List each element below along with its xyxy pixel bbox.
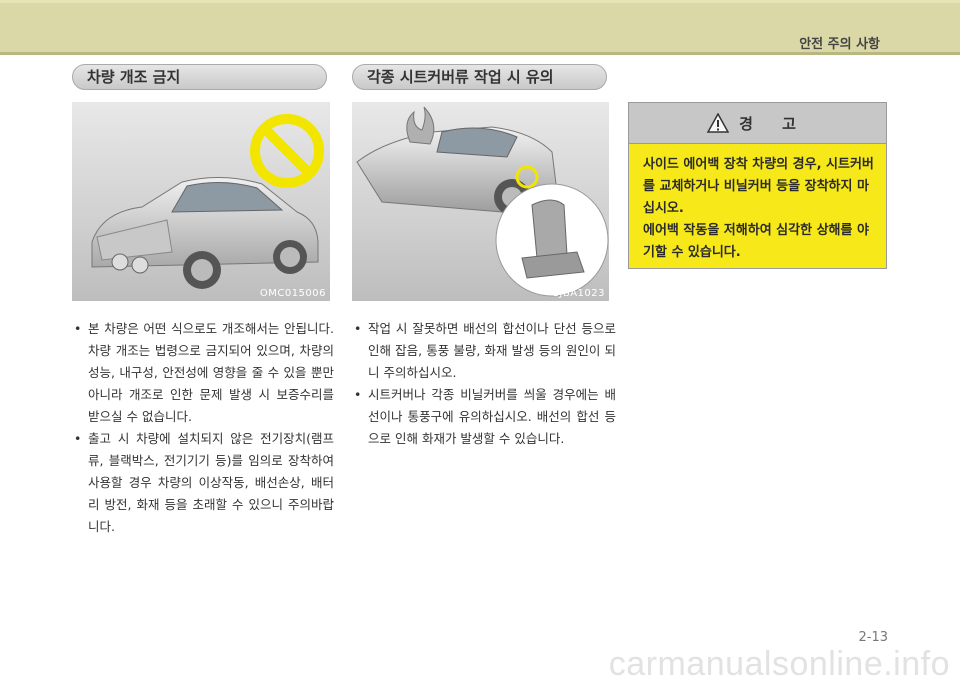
left-bullet-list: 본 차량은 어떤 식으로도 개조해서는 안됩니다. 차량 개조는 법령으로 금지… bbox=[72, 318, 334, 538]
header-rule bbox=[0, 52, 960, 55]
list-item: 출고 시 차량에 설치되지 않은 전기장치(램프류, 블랙박스, 전기기기 등)… bbox=[72, 428, 334, 538]
list-item: 작업 시 잘못하면 배선의 합선이나 단선 등으로 인해 잡음, 통풍 불량, … bbox=[352, 318, 616, 384]
seat-inset-icon bbox=[495, 183, 609, 297]
header-accent bbox=[0, 0, 960, 3]
seat-cover-photo: 1JBA1023 bbox=[352, 102, 609, 301]
car-modification-photo: OMC015006 bbox=[72, 102, 330, 301]
warning-line: 사이드 에어백 장착 차량의 경우, 시트커버를 교체하거나 비닐커버 등을 장… bbox=[643, 157, 874, 216]
warning-body: 사이드 에어백 장착 차량의 경우, 시트커버를 교체하거나 비닐커버 등을 장… bbox=[629, 144, 886, 264]
warning-title: 경 고 bbox=[739, 114, 808, 133]
heading-seat-cover-caution: 각종 시트커버류 작업 시 유의 bbox=[352, 64, 607, 90]
middle-bullet-list: 작업 시 잘못하면 배선의 합선이나 단선 등으로 인해 잡음, 통풍 불량, … bbox=[352, 318, 616, 450]
list-item: 본 차량은 어떤 식으로도 개조해서는 안됩니다. 차량 개조는 법령으로 금지… bbox=[72, 318, 334, 428]
photo-code: OMC015006 bbox=[259, 288, 326, 299]
section-title: 안전 주의 사항 bbox=[799, 37, 880, 52]
warning-header: 경 고 bbox=[629, 103, 886, 144]
warning-line: 에어백 작동을 저해하여 심각한 상해를 야기할 수 있습니다. bbox=[643, 223, 869, 260]
warning-box: 경 고 사이드 에어백 장착 차량의 경우, 시트커버를 교체하거나 비닐커버 … bbox=[628, 102, 887, 269]
warning-triangle-icon bbox=[707, 113, 730, 133]
photo-code: 1JBA1023 bbox=[552, 288, 605, 299]
watermark: carmanualsonline.info bbox=[608, 645, 950, 683]
heading-modification-ban: 차량 개조 금지 bbox=[72, 64, 327, 90]
list-item: 시트커버나 각종 비닐커버를 씌울 경우에는 배선이나 통풍구에 유의하십시오.… bbox=[352, 384, 616, 450]
page-number: 2-13 bbox=[858, 630, 888, 645]
header-bar: 안전 주의 사항 bbox=[0, 0, 960, 55]
prohibited-icon bbox=[250, 114, 324, 188]
